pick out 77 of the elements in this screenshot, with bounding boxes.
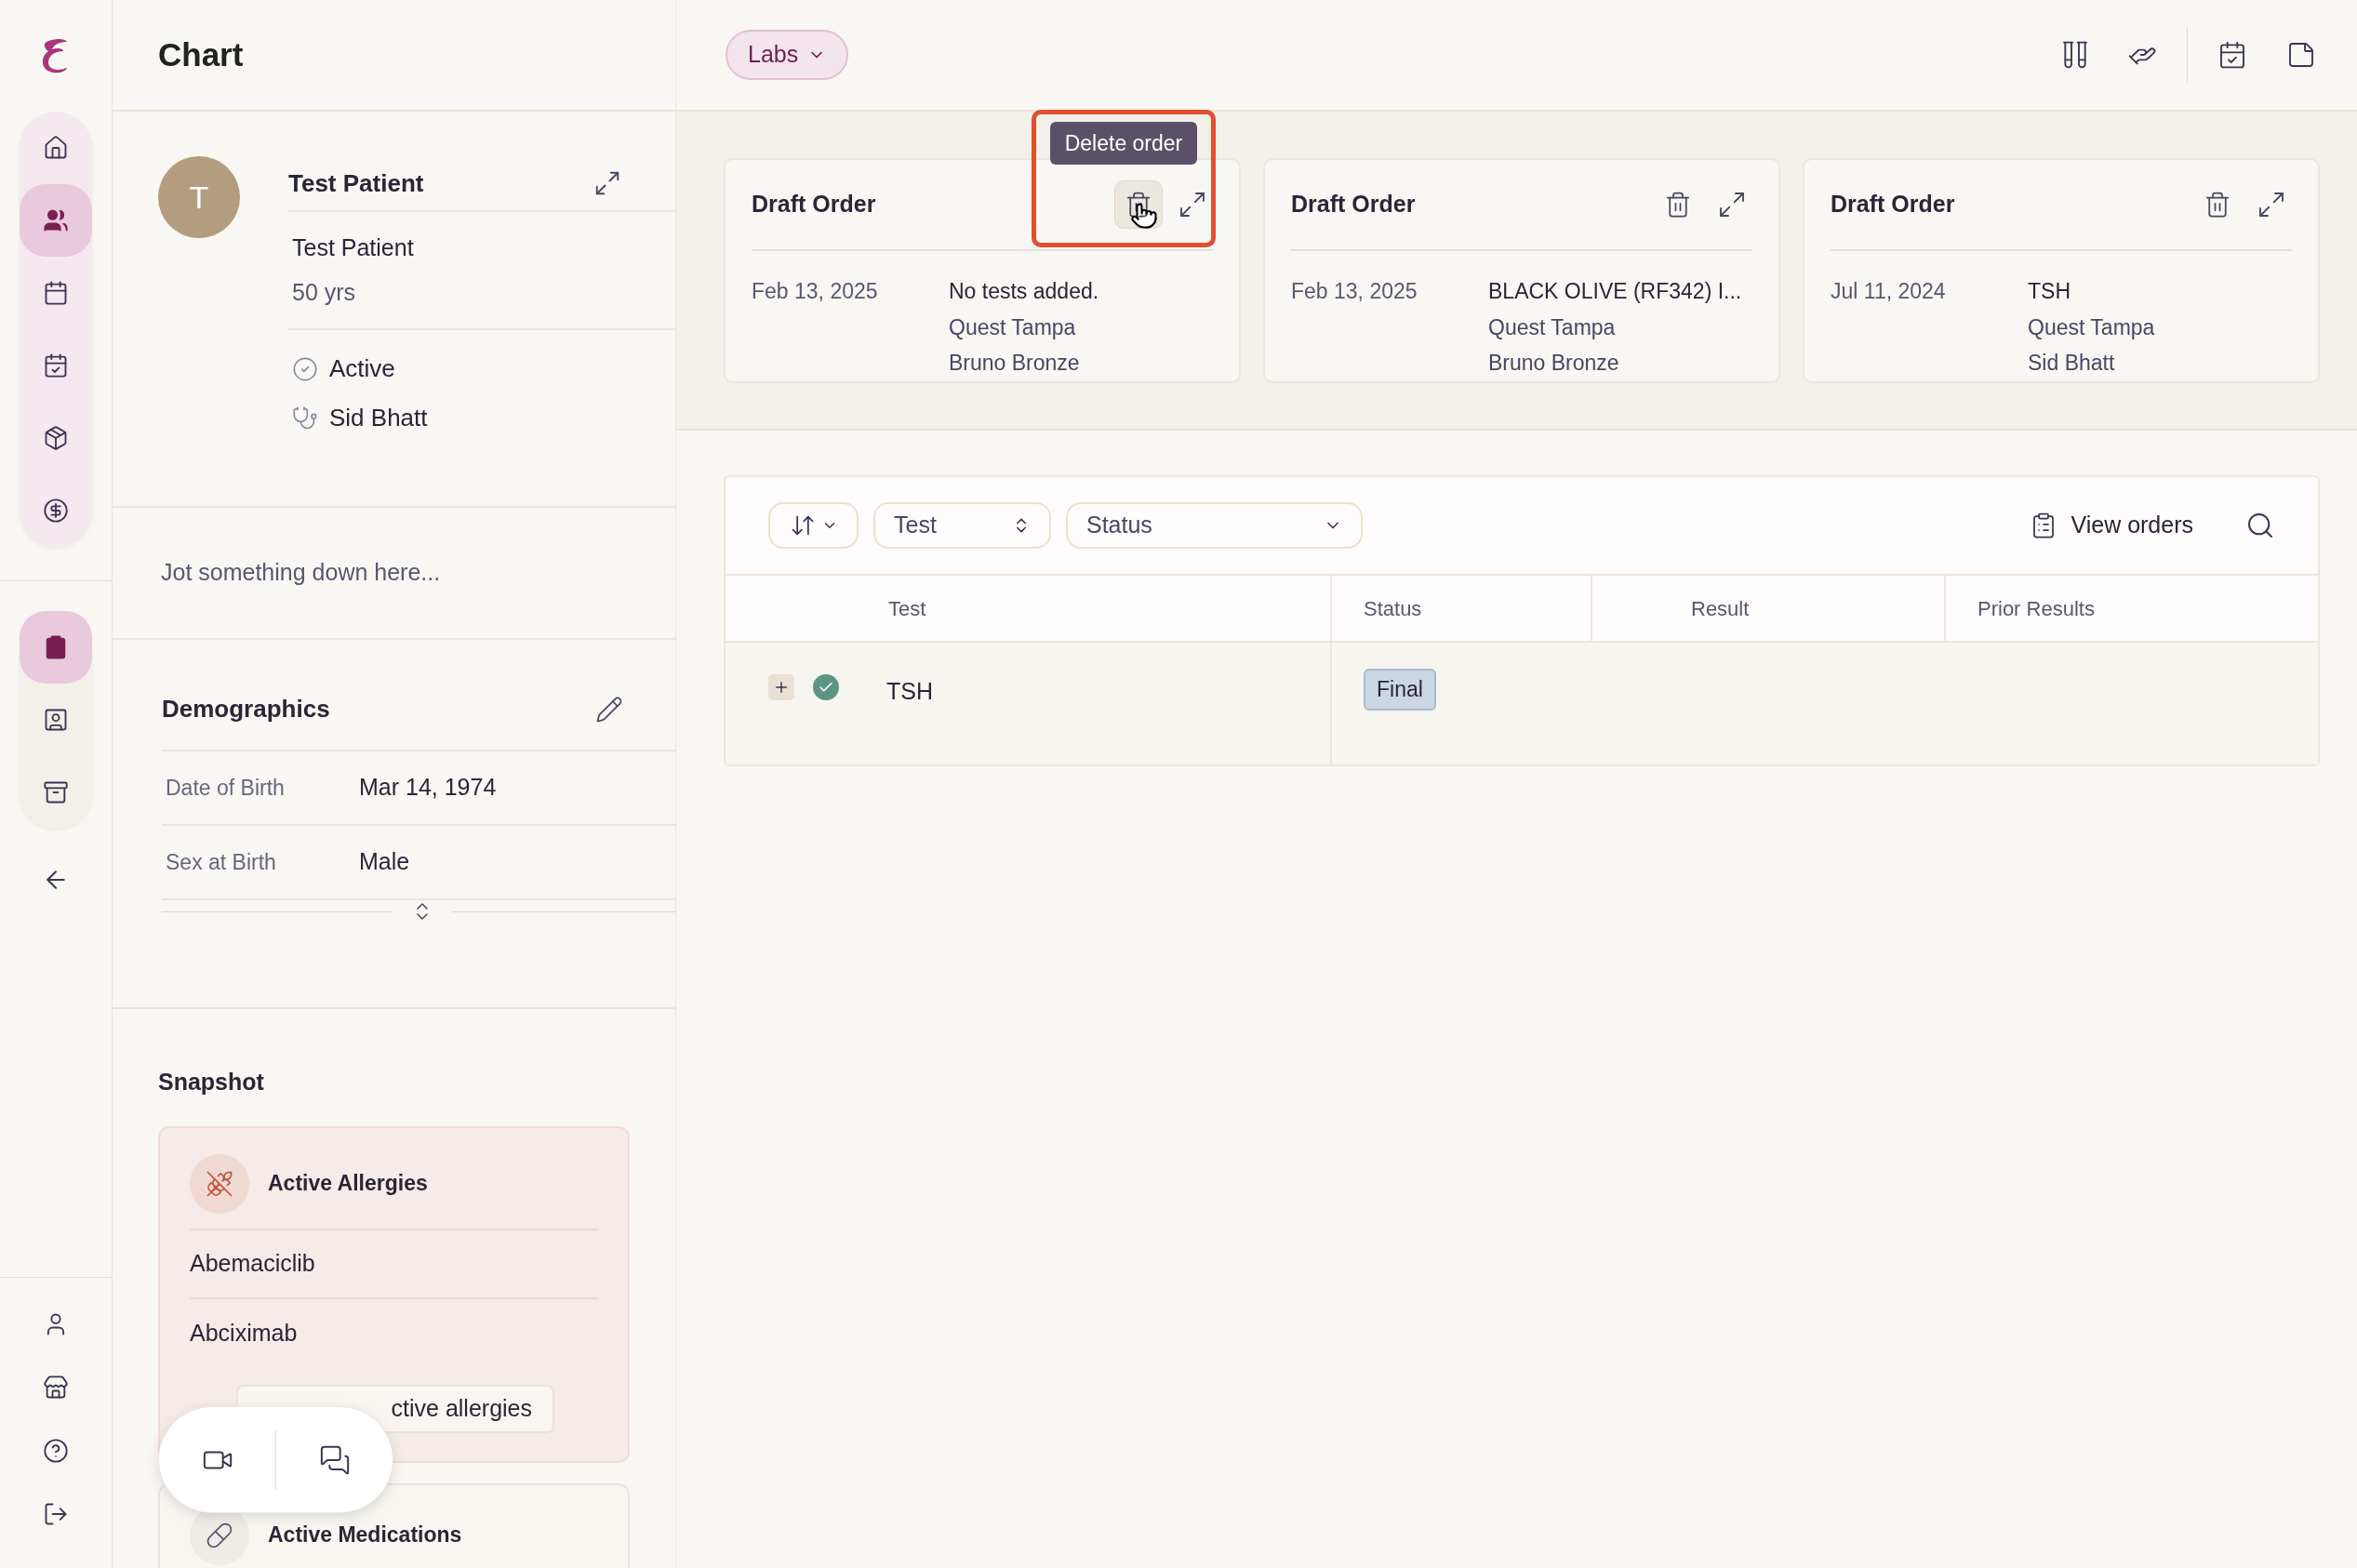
order-date: Feb 13, 2025: [752, 278, 879, 305]
note-icon[interactable]: [2286, 40, 2316, 70]
order-detail: Quest Tampa: [949, 313, 1077, 341]
check-circle-icon: [292, 355, 318, 382]
order-detail: Bruno Bronze: [949, 350, 1081, 377]
page-title: Chart: [158, 34, 244, 74]
stethoscope-icon: [292, 405, 318, 432]
view-select[interactable]: Labs: [726, 30, 849, 80]
order-date: Feb 13, 2025: [1291, 278, 1418, 305]
order-detail: Quest Tampa: [2028, 313, 2155, 341]
order-detail: No tests added.: [949, 278, 1099, 305]
people-icon: [43, 207, 69, 233]
card-title: Active Medications: [268, 1521, 462, 1549]
dollar-icon: [43, 498, 69, 524]
id-badge-icon: [43, 707, 69, 733]
pointer-cursor-icon: [1130, 202, 1158, 230]
status-select[interactable]: Status: [1066, 502, 1363, 549]
nav-item[interactable]: [20, 184, 92, 257]
field-value: Male: [359, 847, 410, 877]
order-detail: Bruno Bronze: [1488, 350, 1620, 377]
patient-status: Active: [329, 353, 395, 384]
chat-icon: [318, 1443, 351, 1476]
column-header: Prior Results: [1977, 595, 2095, 622]
column-header: Status: [1364, 595, 1422, 622]
delete-button[interactable]: [1114, 180, 1163, 229]
edit-icon[interactable]: [595, 695, 623, 724]
home-icon: [43, 135, 69, 161]
patient-name: Test Patient: [288, 167, 424, 199]
trash-icon: [1125, 191, 1152, 219]
store-icon: [43, 1375, 69, 1401]
order-title: Draft Order: [1831, 190, 1956, 219]
logout-icon: [43, 1501, 69, 1527]
section-title: Snapshot: [158, 1068, 265, 1096]
test-select[interactable]: Test: [873, 502, 1051, 549]
avatar: T: [158, 156, 240, 238]
plus-icon: [773, 679, 790, 696]
column-header: Test: [888, 595, 926, 622]
trash-icon: [2204, 191, 2231, 219]
expand-icon[interactable]: [1178, 190, 1207, 219]
order-detail: Sid Bhatt: [2028, 350, 2116, 377]
help-icon: [43, 1438, 69, 1464]
order-detail: BLACK OLIVE (RF342) I...: [1488, 278, 1742, 305]
expand-icon[interactable]: [593, 169, 621, 197]
field-label: Date of Birth: [166, 774, 286, 802]
calendar-icon: [43, 280, 69, 306]
field-value: Mar 14, 1974: [359, 773, 497, 803]
test-tubes-icon[interactable]: [2060, 40, 2090, 70]
archive-icon: [43, 779, 69, 805]
provider-name: Sid Bhatt: [329, 403, 428, 433]
column-header: Result: [1691, 595, 1750, 622]
nav-item[interactable]: [20, 611, 92, 684]
patient-age: 50 yrs: [292, 277, 357, 307]
view-orders-button[interactable]: View orders: [2030, 508, 2193, 543]
calendar-check-icon: [43, 352, 69, 379]
field-label: Sex at Birth: [166, 848, 277, 876]
card-title: Active Allergies: [268, 1170, 428, 1198]
expand-row-button[interactable]: [768, 674, 794, 700]
expand-icon[interactable]: [2257, 190, 2286, 219]
allergy-item: Abciximab: [190, 1318, 298, 1348]
order-title: Draft Order: [1291, 190, 1417, 219]
tooltip: Delete order: [1049, 122, 1198, 165]
order-detail: TSH: [2028, 278, 2071, 305]
order-title: Draft Order: [752, 190, 877, 219]
status-badge: Final: [1364, 669, 1436, 711]
box-icon: [43, 425, 69, 451]
test-name: TSH: [886, 677, 933, 706]
trash-icon: [1664, 191, 1692, 219]
allergy-item: Abemaciclib: [190, 1248, 315, 1278]
order-date: Jul 11, 2024: [1831, 278, 1947, 305]
note-field[interactable]: Jot something down here...: [161, 555, 626, 591]
search-icon[interactable]: [2245, 511, 2275, 540]
section-title: Demographics: [162, 694, 330, 724]
sort-button[interactable]: [768, 502, 859, 549]
patient-full-name: Test Patient: [292, 233, 415, 262]
calendar-check-icon[interactable]: [2217, 40, 2247, 70]
expand-icon[interactable]: [1717, 190, 1747, 219]
order-detail: Quest Tampa: [1488, 313, 1617, 341]
